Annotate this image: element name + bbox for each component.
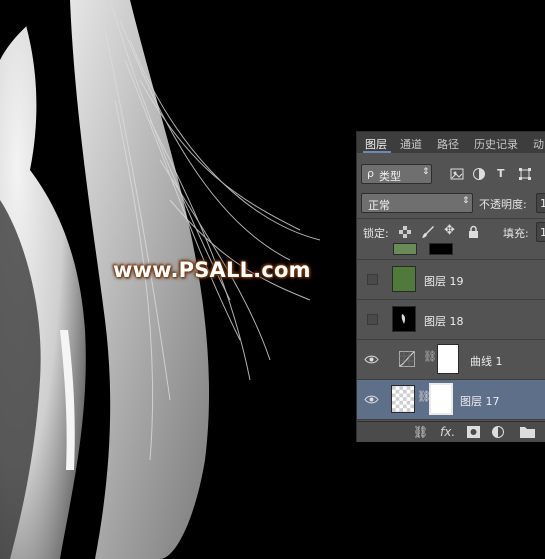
layer-row[interactable]: 图层 18 bbox=[357, 300, 545, 340]
filter-shape-icon[interactable] bbox=[518, 167, 532, 181]
layer-thumbnail bbox=[392, 266, 416, 292]
lock-position-icon[interactable]: ✥ bbox=[444, 223, 455, 238]
layer-name: 图层 19 bbox=[424, 275, 464, 288]
divider bbox=[357, 218, 545, 219]
layer-thumbnail bbox=[391, 385, 415, 413]
lock-label: 锁定: bbox=[363, 227, 389, 240]
layer-row-selected[interactable]: ⛓ 图层 17 bbox=[357, 380, 545, 420]
tab-layers[interactable]: 图层 bbox=[365, 136, 387, 152]
watermark-text: www.PSALL.com bbox=[113, 258, 311, 282]
filter-kind-label: 类型 bbox=[379, 170, 401, 183]
fx-icon[interactable]: fx. bbox=[440, 425, 455, 439]
select-arrows-icon: ⇕ bbox=[462, 196, 470, 206]
thumbnail-figure-icon bbox=[401, 314, 406, 324]
opacity-value: 1 bbox=[540, 197, 545, 210]
filter-type-icon[interactable]: T bbox=[497, 167, 505, 180]
curves-adjustment-icon bbox=[399, 351, 415, 367]
adjustment-icon[interactable] bbox=[491, 425, 505, 439]
link-icon[interactable]: ⛓ bbox=[423, 350, 437, 363]
tab-channels[interactable]: 通道 bbox=[400, 136, 422, 152]
layer-name: 图层 17 bbox=[460, 395, 500, 408]
lock-brush-icon[interactable] bbox=[421, 225, 435, 239]
blend-mode-select[interactable]: 正常 ⇕ bbox=[361, 193, 473, 213]
eye-icon[interactable] bbox=[364, 392, 379, 407]
layer-mask-thumbnail bbox=[429, 243, 453, 255]
active-tab-indicator bbox=[363, 151, 391, 153]
fill-input[interactable]: 1 bbox=[536, 222, 545, 242]
layers-panel: 图层 通道 路径 历史记录 动 ρ 类型 ⇕ T 正常 ⇕ 不透明度: 1 锁定… bbox=[356, 131, 545, 442]
filter-pixel-icon[interactable] bbox=[450, 167, 464, 181]
panel-footer: ⛓ fx. bbox=[357, 421, 545, 442]
layer-mask-thumbnail bbox=[437, 344, 459, 374]
visibility-toggle[interactable] bbox=[367, 314, 378, 325]
fill-value: 1 bbox=[540, 226, 545, 239]
layer-filter-select[interactable]: ρ 类型 ⇕ bbox=[361, 164, 432, 184]
link-layers-icon[interactable]: ⛓ bbox=[413, 425, 428, 439]
lock-transparent-icon[interactable] bbox=[399, 226, 411, 238]
fill-label: 填充: bbox=[503, 227, 529, 240]
search-icon: ρ bbox=[367, 167, 374, 180]
eye-icon[interactable] bbox=[364, 352, 379, 367]
tab-history[interactable]: 历史记录 bbox=[474, 136, 518, 152]
panel-tab-bar: 图层 通道 路径 历史记录 动 bbox=[357, 132, 545, 153]
lock-all-icon[interactable] bbox=[468, 225, 479, 238]
layer-name: 曲线 1 bbox=[470, 355, 503, 368]
layer-thumbnail bbox=[393, 243, 417, 255]
folder-icon[interactable] bbox=[520, 426, 535, 438]
visibility-toggle[interactable] bbox=[367, 274, 378, 285]
layer-row[interactable]: ⛓ 曲线 1 bbox=[357, 340, 545, 380]
mask-icon[interactable] bbox=[467, 426, 480, 438]
select-arrows-icon: ⇕ bbox=[422, 167, 430, 177]
opacity-input[interactable]: 1 bbox=[536, 193, 545, 213]
tab-actions[interactable]: 动 bbox=[533, 136, 544, 152]
layer-name: 图层 18 bbox=[424, 315, 464, 328]
filter-adjustment-icon[interactable] bbox=[472, 167, 486, 181]
layer-row[interactable]: 图层 19 bbox=[357, 260, 545, 300]
layer-thumbnail bbox=[392, 306, 416, 332]
layer-mask-thumbnail bbox=[429, 383, 453, 415]
opacity-label: 不透明度: bbox=[479, 198, 527, 211]
tab-paths[interactable]: 路径 bbox=[437, 136, 459, 152]
layer-row-partial[interactable] bbox=[357, 243, 545, 260]
blend-mode-value: 正常 bbox=[368, 199, 390, 212]
